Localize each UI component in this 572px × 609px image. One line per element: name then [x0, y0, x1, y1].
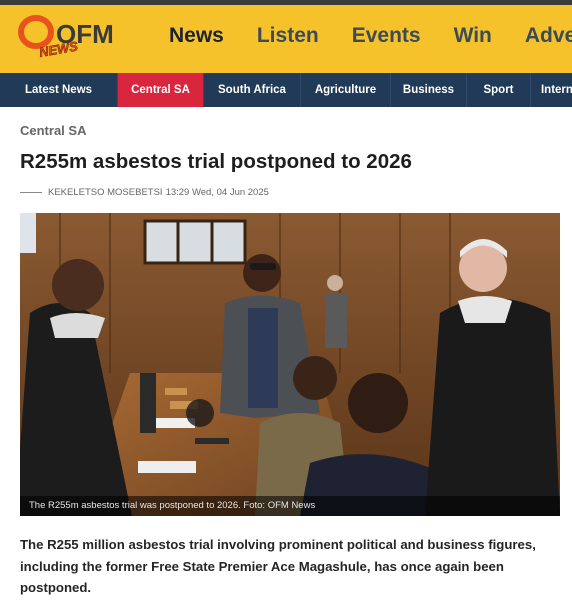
article-photo: The R255m asbestos trial was postponed t… [20, 213, 560, 516]
main-nav-listen[interactable]: Listen [257, 24, 319, 48]
byline-rule [20, 191, 42, 193]
tab-agriculture[interactable]: Agriculture [301, 73, 391, 107]
courtroom-photo [20, 213, 560, 516]
article-lead: The R255 million asbestos trial involvin… [20, 537, 536, 595]
article-byline: KEKELETSO MOSEBETSI 13:29 Wed, 04 Jun 20… [20, 185, 560, 199]
main-nav-events[interactable]: Events [352, 24, 421, 48]
photo-caption: The R255m asbestos trial was postponed t… [20, 496, 560, 516]
main-nav-win[interactable]: Win [454, 24, 492, 48]
article-title: R255m asbestos trial postponed to 2026 [20, 150, 412, 173]
site-header: OFM NEWS News Listen Events Win Advertis… [0, 5, 572, 73]
article-time: 13:29 Wed, 04 Jun 2025 [165, 186, 269, 198]
tab-business[interactable]: Business [391, 73, 467, 107]
tab-international[interactable]: International [531, 73, 572, 107]
article-author[interactable]: KEKELETSO MOSEBETSI [48, 187, 163, 198]
article-category[interactable]: Central SA [20, 123, 560, 139]
main-nav: News Listen Events Win Advertise [169, 24, 572, 48]
tab-central-sa[interactable]: Central SA [118, 73, 204, 107]
article: Central SA R255m asbestos trial postpone… [20, 107, 560, 599]
main-nav-news[interactable]: News [169, 24, 224, 48]
tab-south-africa[interactable]: South Africa [204, 73, 301, 107]
main-nav-advertise[interactable]: Advertise [525, 24, 572, 48]
section-nav: Latest News Central SA South Africa Agri… [0, 73, 572, 107]
tab-sport[interactable]: Sport [467, 73, 531, 107]
tab-latest-news[interactable]: Latest News [0, 73, 118, 107]
ofm-news-logo[interactable]: OFM NEWS [18, 11, 128, 67]
